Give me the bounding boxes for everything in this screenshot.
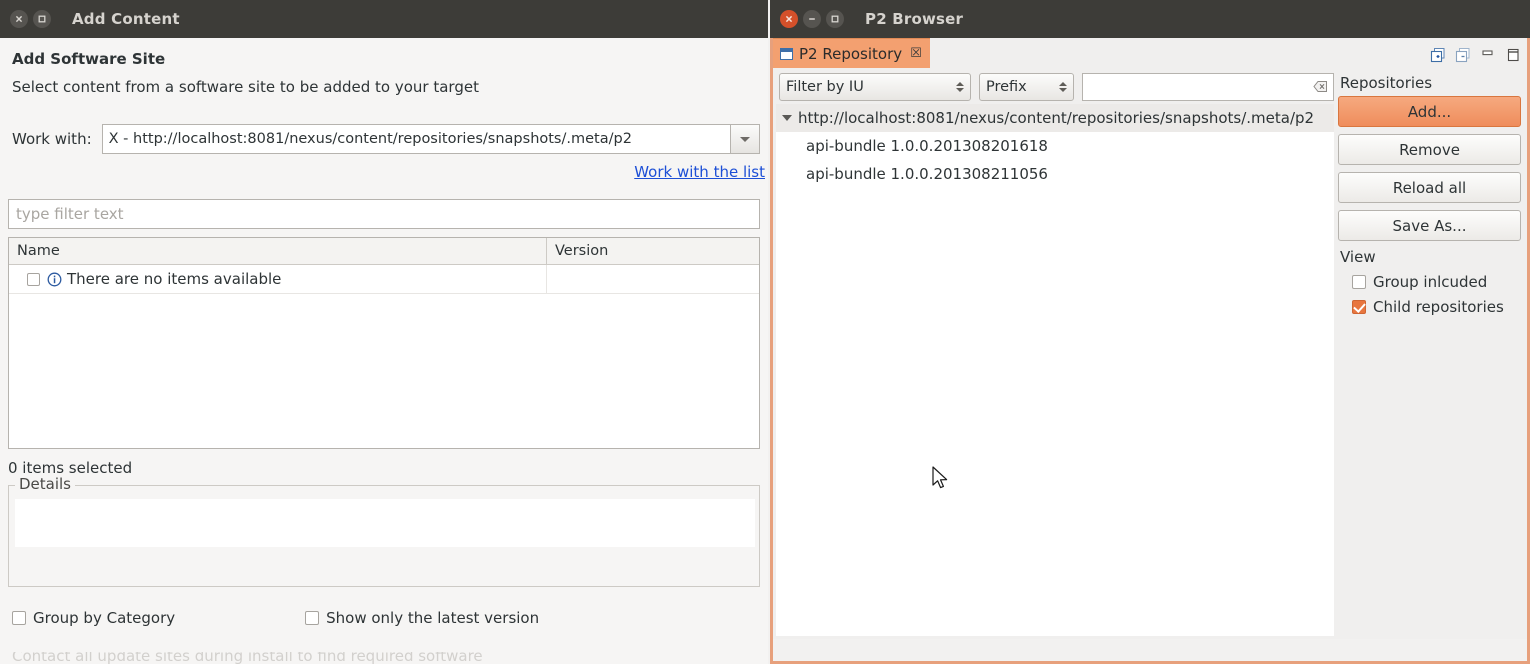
group-by-category-checkbox[interactable] [12,611,26,625]
tree-child-label: api-bundle 1.0.0.201308201618 [806,137,1048,155]
filter-by-select[interactable]: Filter by IU [779,73,971,101]
work-with-value[interactable]: X - http://localhost:8081/nexus/content/… [101,124,730,154]
save-as-button[interactable]: Save As... [1338,210,1521,241]
page-title: Add Software Site [12,50,166,68]
work-with-row: Work with: X - http://localhost:8081/nex… [0,124,768,154]
details-legend: Details [15,475,76,493]
work-with-link-row: Work with the list [0,162,768,181]
clipped-bottom-text: Contact all update sites during install … [12,652,483,664]
close-icon[interactable] [780,10,798,28]
items-selected-status: 0 items selected [8,459,133,477]
child-repositories-label: Child repositories [1373,298,1504,316]
minimize-icon[interactable] [803,10,821,28]
match-mode-value: Prefix [986,79,1027,95]
close-icon[interactable]: ☒ [910,46,922,61]
status-bar [773,639,1527,661]
match-mode-select[interactable]: Prefix [979,73,1074,101]
table-header: Name Version [9,238,759,265]
p2-browser-titlebar: P2 Browser [770,0,1530,38]
chevron-down-icon[interactable] [782,115,792,121]
table-row[interactable]: There are no items available [9,265,759,294]
remove-button[interactable]: Remove [1338,134,1521,165]
group-by-category-label: Group by Category [33,609,176,627]
view-label: View [1340,248,1376,266]
add-content-body: Add Software Site Select content from a … [0,38,768,664]
table-cell-name[interactable]: There are no items available [9,265,547,293]
filter-input[interactable]: type filter text [8,199,760,229]
maximize-view-icon[interactable] [1505,47,1521,63]
repositories-side-panel: Repositories Add... Remove Reload all Sa… [1334,68,1524,639]
chevron-down-icon[interactable] [729,124,760,154]
p2-browser-body: P2 Repository ☒ Filter by IU Prefix http… [770,38,1530,664]
repository-tree[interactable]: http://localhost:8081/nexus/content/repo… [776,104,1337,636]
maximize-icon[interactable] [33,10,51,28]
tab-label: P2 Repository [799,44,903,63]
group-included-label: Group inlcuded [1373,273,1488,291]
search-input[interactable] [1082,73,1334,101]
minimize-view-icon[interactable] [1480,47,1496,63]
add-content-titlebar: Add Content [0,0,768,38]
tree-root-label: http://localhost:8081/nexus/content/repo… [798,109,1315,127]
view-toolbar [1430,47,1521,63]
reload-all-button[interactable]: Reload all [1338,172,1521,203]
group-included-option[interactable]: Group inlcuded [1338,273,1520,291]
work-with-the-list-link[interactable]: Work with the list [634,163,768,181]
p2-browser-window: P2 Browser P2 Repository ☒ Filter by IU … [770,0,1530,664]
add-button[interactable]: Add... [1338,96,1521,127]
clipped-bottom-row: Contact all update sites during install … [0,652,768,664]
group-by-category-option[interactable]: Group by Category [12,609,175,627]
collapse-all-icon[interactable] [1455,47,1471,63]
table-cell-name-text: There are no items available [67,270,282,288]
page-subtitle: Select content from a software site to b… [12,78,479,96]
tree-child-label: api-bundle 1.0.0.201308211056 [806,165,1048,183]
row-checkbox[interactable] [27,272,40,286]
info-icon [47,272,62,287]
show-latest-version-label: Show only the latest version [326,609,540,627]
tree-row-root[interactable]: http://localhost:8081/nexus/content/repo… [776,104,1336,132]
filter-by-value: Filter by IU [786,79,864,95]
close-icon[interactable] [10,10,28,28]
work-with-combo[interactable]: X - http://localhost:8081/nexus/content/… [101,124,760,154]
bottom-options: Group by Category Show only the latest v… [0,609,768,627]
spinner-icon[interactable] [956,82,964,92]
maximize-icon[interactable] [826,10,844,28]
show-latest-version-checkbox[interactable] [305,611,320,625]
view-tabbar: P2 Repository ☒ [773,38,1527,68]
show-latest-version-option[interactable]: Show only the latest version [305,609,539,627]
repositories-label: Repositories [1340,74,1433,92]
spinner-icon[interactable] [1059,82,1067,92]
add-content-window: Add Content Add Software Site Select con… [0,0,768,664]
details-group: Details [8,475,760,587]
tree-row-child[interactable]: api-bundle 1.0.0.201308211056 [776,160,1336,188]
child-repositories-option[interactable]: Child repositories [1338,298,1520,316]
group-included-checkbox[interactable] [1352,275,1366,289]
column-header-name[interactable]: Name [9,238,547,264]
expand-all-icon[interactable] [1430,47,1446,63]
details-content [15,499,755,547]
window-title: P2 Browser [865,10,964,28]
column-header-version[interactable]: Version [547,238,759,264]
window-title: Add Content [72,10,180,28]
work-with-label: Work with: [12,130,92,148]
clear-icon[interactable] [1313,78,1328,97]
view-icon [780,47,793,60]
child-repositories-checkbox[interactable] [1352,300,1366,314]
tab-p2-repository[interactable]: P2 Repository ☒ [773,38,930,68]
tree-row-child[interactable]: api-bundle 1.0.0.201308201618 [776,132,1336,160]
screen: Add Content Add Software Site Select con… [0,0,1530,664]
content-table: Name Version There are no items availabl… [8,237,760,449]
